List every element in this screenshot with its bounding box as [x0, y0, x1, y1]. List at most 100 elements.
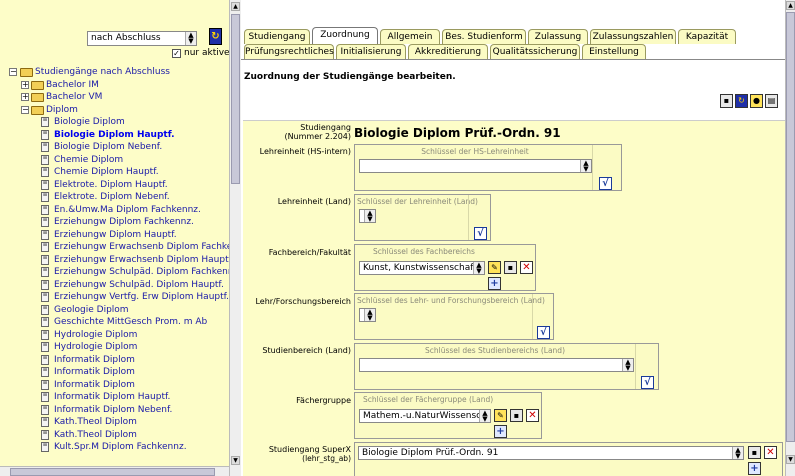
apply-icon[interactable]: √ [474, 227, 487, 240]
tree-item[interactable]: ≡ Erziehungw Diplom Fachkennz. [9, 216, 229, 229]
program-tree: − Studiengänge nach Abschluss + Bachelor… [9, 66, 229, 454]
edit-icon[interactable]: ✎ [488, 261, 501, 274]
tab-allgemein[interactable]: Allgemein [380, 29, 440, 44]
scrollbar-thumb[interactable] [786, 12, 795, 442]
only-active-checkbox[interactable]: ✓ nur aktive [172, 48, 229, 58]
save-icon[interactable]: ▪ [748, 446, 761, 459]
spinner-icon[interactable]: ▲ ▼ [364, 309, 375, 321]
tree-item[interactable]: ≡ Erziehungw Vertfg. Erw Diplom Hauptf. [9, 291, 229, 304]
tab-qualitaetssicherung[interactable]: Qualitätssicherung [490, 44, 580, 59]
save-icon[interactable]: ▪ [720, 94, 733, 108]
spinner-icon[interactable]: ▲ ▼ [473, 262, 484, 274]
tree-group[interactable]: − Diplom [9, 104, 229, 117]
tree-item[interactable]: ≡ Erziehungw Schulpäd. Diplom Hauptf. [9, 279, 229, 292]
tree-group[interactable]: + Bachelor IM [9, 79, 229, 92]
new-record-icon[interactable]: ● [750, 94, 763, 108]
scroll-up-icon[interactable]: ▲ [231, 2, 240, 11]
tab-kapazitaet[interactable]: Kapazität [678, 29, 736, 44]
studienbereich-select[interactable]: ▲ ▼ [359, 358, 634, 372]
spinner-icon[interactable]: ▲ ▼ [479, 410, 490, 422]
faechergruppe-select[interactable]: Mathem.-u.NaturWissensch. ▲ ▼ [359, 409, 491, 423]
tree-item[interactable]: ≡ Erziehungw Erwachsenb Diplom Fachkennz [9, 241, 229, 254]
tree-item[interactable]: ≡ En.&Umw.Ma Diplom Fachkennz. [9, 204, 229, 217]
tree-item[interactable]: ≡ Informatik Diplom [9, 366, 229, 379]
scroll-down-icon[interactable]: ▼ [786, 455, 795, 464]
lehreinheit-land-select[interactable]: ▲ ▼ [359, 209, 376, 223]
add-icon[interactable]: + [748, 462, 761, 475]
tree-item[interactable]: ≡ Geologie Diplom [9, 304, 229, 317]
add-icon[interactable]: + [488, 277, 501, 290]
left-horizontal-scrollbar[interactable] [0, 466, 229, 476]
tree-item[interactable]: ≡ Chemie Diplom [9, 154, 229, 167]
spinner-icon[interactable]: ▲ ▼ [185, 32, 196, 45]
tab-akkreditierung[interactable]: Akkreditierung [408, 44, 488, 59]
tab-zulassungszahlen[interactable]: Zulassungszahlen [590, 29, 676, 44]
tab-pruefungsrechtliches[interactable]: Prüfungsrechtliches [244, 44, 334, 59]
scrollbar-thumb[interactable] [231, 14, 240, 184]
tab-bes-studienform[interactable]: Bes. Studienform [442, 29, 526, 44]
tree-item[interactable]: ≡ Biologie Diplom [9, 116, 229, 129]
tree-root[interactable]: − Studiengänge nach Abschluss [9, 66, 229, 79]
tab-initialisierung[interactable]: Initialisierung [336, 44, 406, 59]
expand-icon[interactable]: + [21, 93, 29, 101]
scroll-down-icon[interactable]: ▼ [231, 456, 240, 465]
save-icon[interactable]: ▪ [504, 261, 517, 274]
right-vertical-scrollbar[interactable]: ▲ ▼ [785, 0, 795, 476]
tree-item[interactable]: ≡ Informatik Diplom Nebenf. [9, 404, 229, 417]
tree-item[interactable]: ≡ Erziehungw Diplom Hauptf. [9, 229, 229, 242]
refresh-icon[interactable]: ↻ [209, 28, 222, 45]
edit-icon[interactable]: ✎ [494, 409, 507, 422]
delete-icon[interactable]: ✕ [764, 446, 777, 459]
tree-item[interactable]: ≡ Erziehungw Schulpäd. Diplom Fachkennz. [9, 266, 229, 279]
tree-item[interactable]: ≡ Elektrote. Diplom Hauptf. [9, 179, 229, 192]
tree-item[interactable]: ≡ Hydrologie Diplom [9, 329, 229, 342]
print-icon[interactable]: ▤ [765, 94, 778, 108]
studienbereich-box: Schlüssel des Studienbereichs (Land) ▲ ▼ … [354, 343, 659, 390]
tab-zulassung[interactable]: Zulassung [528, 29, 588, 44]
tree-item[interactable]: ≡ Informatik Diplom Hauptf. [9, 391, 229, 404]
tree-item[interactable]: ≡ Erziehungw Erwachsenb Diplom Hauptf. [9, 254, 229, 267]
spinner-icon[interactable]: ▲ ▼ [364, 210, 375, 222]
delete-icon[interactable]: ✕ [520, 261, 533, 274]
spinner-icon[interactable]: ▲ ▼ [622, 359, 633, 371]
tree-group[interactable]: + Bachelor VM [9, 91, 229, 104]
scrollbar-thumb[interactable] [10, 468, 215, 476]
tree-item[interactable]: ≡ Hydrologie Diplom [9, 341, 229, 354]
tree-item[interactable]: ≡ Kult.Spr.M Diplom Fachkennz. [9, 441, 229, 454]
expand-icon[interactable]: + [21, 80, 29, 89]
lehreinheit-hs-caption: Schlüssel der HS-Lehreinheit [421, 147, 529, 156]
apply-icon[interactable]: √ [641, 376, 654, 389]
left-vertical-scrollbar[interactable]: ▲ ▼ [229, 0, 241, 476]
save-icon[interactable]: ▪ [510, 409, 523, 422]
tree-item[interactable]: ≡ Elektrote. Diplom Nebenf. [9, 191, 229, 204]
tree-item[interactable]: ≡ Biologie Diplom Hauptf. [9, 129, 229, 142]
tab-studiengang[interactable]: Studiengang [244, 29, 310, 44]
tree-item[interactable]: ≡ Geschichte MittGesch Prom. m Ab [9, 316, 229, 329]
add-icon[interactable]: + [494, 425, 507, 438]
tab-einstellung[interactable]: Einstellung [582, 44, 646, 59]
lehr-forschung-select[interactable]: ▲ ▼ [359, 308, 376, 322]
delete-icon[interactable]: ✕ [526, 409, 539, 422]
reload-icon[interactable]: ↻ [735, 94, 748, 108]
tree-item[interactable]: ≡ Kath.Theol Diplom [9, 429, 229, 442]
tree-item[interactable]: ≡ Informatik Diplom [9, 379, 229, 392]
fachbereich-select[interactable]: Kunst, Kunstwissenschafte ▲ ▼ [359, 261, 485, 275]
spinner-icon[interactable]: ▲ ▼ [580, 160, 591, 172]
faechergruppe-box: Schlüssel der Fächergruppe (Land) Mathem… [354, 392, 542, 439]
tab-zuordnung[interactable]: Zuordnung [312, 27, 378, 44]
tree-item[interactable]: ≡ Kath.Theol Diplom [9, 416, 229, 429]
checkbox-box[interactable]: ✓ [172, 49, 181, 58]
apply-icon[interactable]: √ [599, 177, 612, 190]
tree-item[interactable]: ≡ Informatik Diplom [9, 354, 229, 367]
collapse-icon[interactable]: − [21, 105, 29, 114]
superx-select[interactable]: Biologie Diplom Prüf.-Ordn. 91 ▲ ▼ [358, 446, 744, 460]
apply-icon[interactable]: √ [537, 326, 550, 339]
grouping-select[interactable]: nach Abschluss ▲ ▼ [87, 31, 197, 46]
document-icon: ≡ [41, 417, 49, 427]
scroll-up-icon[interactable]: ▲ [786, 1, 795, 10]
collapse-icon[interactable]: − [9, 68, 17, 76]
lehreinheit-hs-select[interactable]: ▲ ▼ [359, 159, 592, 173]
tree-item[interactable]: ≡ Biologie Diplom Nebenf. [9, 141, 229, 154]
spinner-icon[interactable]: ▲ ▼ [732, 447, 743, 459]
tree-item[interactable]: ≡ Chemie Diplom Hauptf. [9, 166, 229, 179]
